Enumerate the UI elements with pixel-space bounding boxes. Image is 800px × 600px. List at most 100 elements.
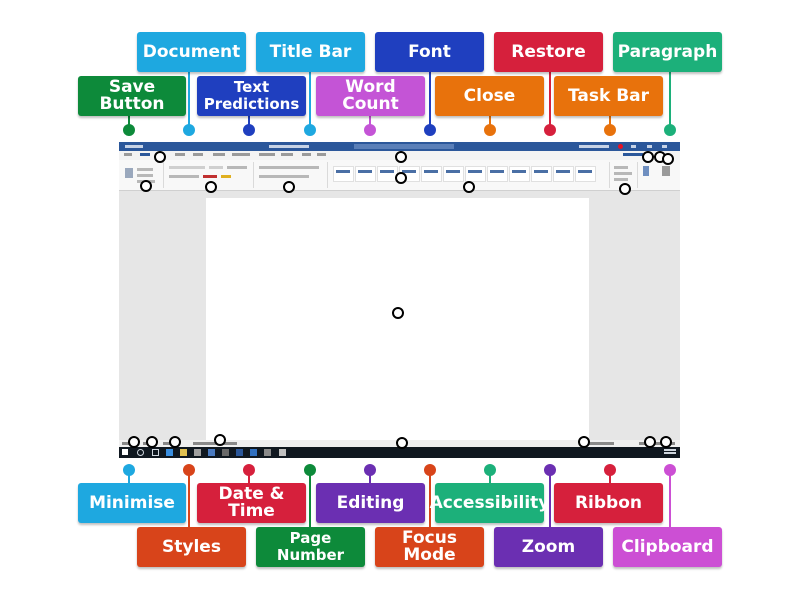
style-gallery-item [333,166,354,182]
label-zoom-text: Zoom [521,536,576,557]
label-focus-mode-text: Focus Mode [402,528,457,565]
word-window-screenshot [119,142,680,458]
comments-button [623,153,643,156]
leader-editing [369,470,371,483]
pin-styles[interactable] [205,181,217,193]
tab-insert [175,153,185,156]
label-editing[interactable]: Editing [316,483,425,523]
label-editing-text: Editing [336,492,405,513]
anchor-dot-task-bar [604,124,616,136]
app-icon [222,449,229,456]
pin-editing[interactable] [463,181,475,193]
search-box [354,144,454,149]
minimise-window-icon [631,145,636,148]
pin-font[interactable] [395,172,407,184]
anchor-dot-title-bar [304,124,316,136]
anchor-dot-font [424,124,436,136]
pin-close[interactable] [662,153,674,165]
label-close[interactable]: Close [435,76,544,116]
pin-ribbon[interactable] [578,436,590,448]
label-close-text: Close [463,85,516,106]
edge-icon [166,449,173,456]
label-word-count[interactable]: Word Count [316,76,425,116]
label-restore[interactable]: Restore [494,32,603,72]
record-icon [618,144,623,149]
style-gallery-item [355,166,376,182]
label-page-number-line1: Page [289,529,332,547]
label-title-bar[interactable]: Title Bar [256,32,365,72]
label-minimise-text: Minimise [89,492,175,513]
label-font[interactable]: Font [375,32,484,72]
leader-date-time [248,470,250,483]
label-page-number-line2: Number [276,546,345,564]
label-page-number[interactable]: Page Number [256,527,365,567]
style-gallery-item [443,166,464,182]
anchor-dot-paragraph [664,124,676,136]
pin-minimise[interactable] [642,151,654,163]
tab-help [317,153,326,156]
label-zoom[interactable]: Zoom [494,527,603,567]
pin-word-count[interactable] [146,436,158,448]
pin-paragraph[interactable] [283,181,295,193]
word-app-icon [236,449,243,456]
pin-zoom[interactable] [644,436,656,448]
label-task-bar[interactable]: Task Bar [554,76,663,116]
label-paragraph[interactable]: Paragraph [613,32,722,72]
pin-document-area[interactable] [392,307,404,319]
tab-review [281,153,293,156]
label-minimise[interactable]: Minimise [78,483,186,523]
pin-document[interactable] [154,151,166,163]
leader-document [188,72,190,130]
label-styles[interactable]: Styles [137,527,246,567]
account-name-text [579,145,609,148]
style-gallery-item [531,166,552,182]
pin-title-bar[interactable] [395,151,407,163]
label-save-button[interactable]: Save Button [78,76,186,116]
document-title-text [269,145,309,148]
label-word-count-text: Word Count [342,77,399,114]
style-gallery-item [575,166,596,182]
leader-clipboard [669,470,671,527]
leader-font [429,72,431,130]
label-save-button-text: Save Button [99,77,165,114]
label-accessibility[interactable]: Accessibility [430,483,549,523]
label-ribbon[interactable]: Ribbon [554,483,663,523]
sensitivity-group [657,162,677,188]
leader-page-number [309,470,311,527]
label-document-text: Document [142,41,241,62]
pin-clipboard[interactable] [140,180,152,192]
outlook-icon [250,449,257,456]
pinned-app-icon [279,449,286,456]
label-paragraph-text: Paragraph [617,41,718,62]
quick-access-toolbar [125,145,143,148]
tab-design [193,153,203,156]
settings-icon [264,449,271,456]
tab-home [140,153,150,156]
close-window-icon [662,145,667,148]
pin-task-bar[interactable] [396,437,408,449]
leader-paragraph [669,72,671,130]
style-gallery-item [421,166,442,182]
leader-accessibility [489,470,491,483]
label-styles-text: Styles [162,536,221,557]
anchor-dot-word-count [364,124,376,136]
label-text-predictions[interactable]: Text Predictions [197,76,306,116]
task-view-icon [152,449,159,456]
tab-view [302,153,311,156]
pin-focus-mode[interactable] [619,183,631,195]
pin-accessibility[interactable] [214,434,226,446]
pin-date-time[interactable] [660,436,672,448]
pin-text-predictions[interactable] [169,436,181,448]
pin-page-number[interactable] [128,436,140,448]
tab-file [124,153,132,156]
label-date-time[interactable]: Date & Time [197,483,306,523]
label-clipboard[interactable]: Clipboard [613,527,722,567]
label-focus-mode[interactable]: Focus Mode [375,527,484,567]
style-gallery-item [553,166,574,182]
file-explorer-icon [180,449,187,456]
leader-styles [188,470,190,527]
label-document[interactable]: Document [137,32,246,72]
tab-layout [213,153,225,156]
label-clipboard-text: Clipboard [621,536,714,557]
style-gallery-item [487,166,508,182]
